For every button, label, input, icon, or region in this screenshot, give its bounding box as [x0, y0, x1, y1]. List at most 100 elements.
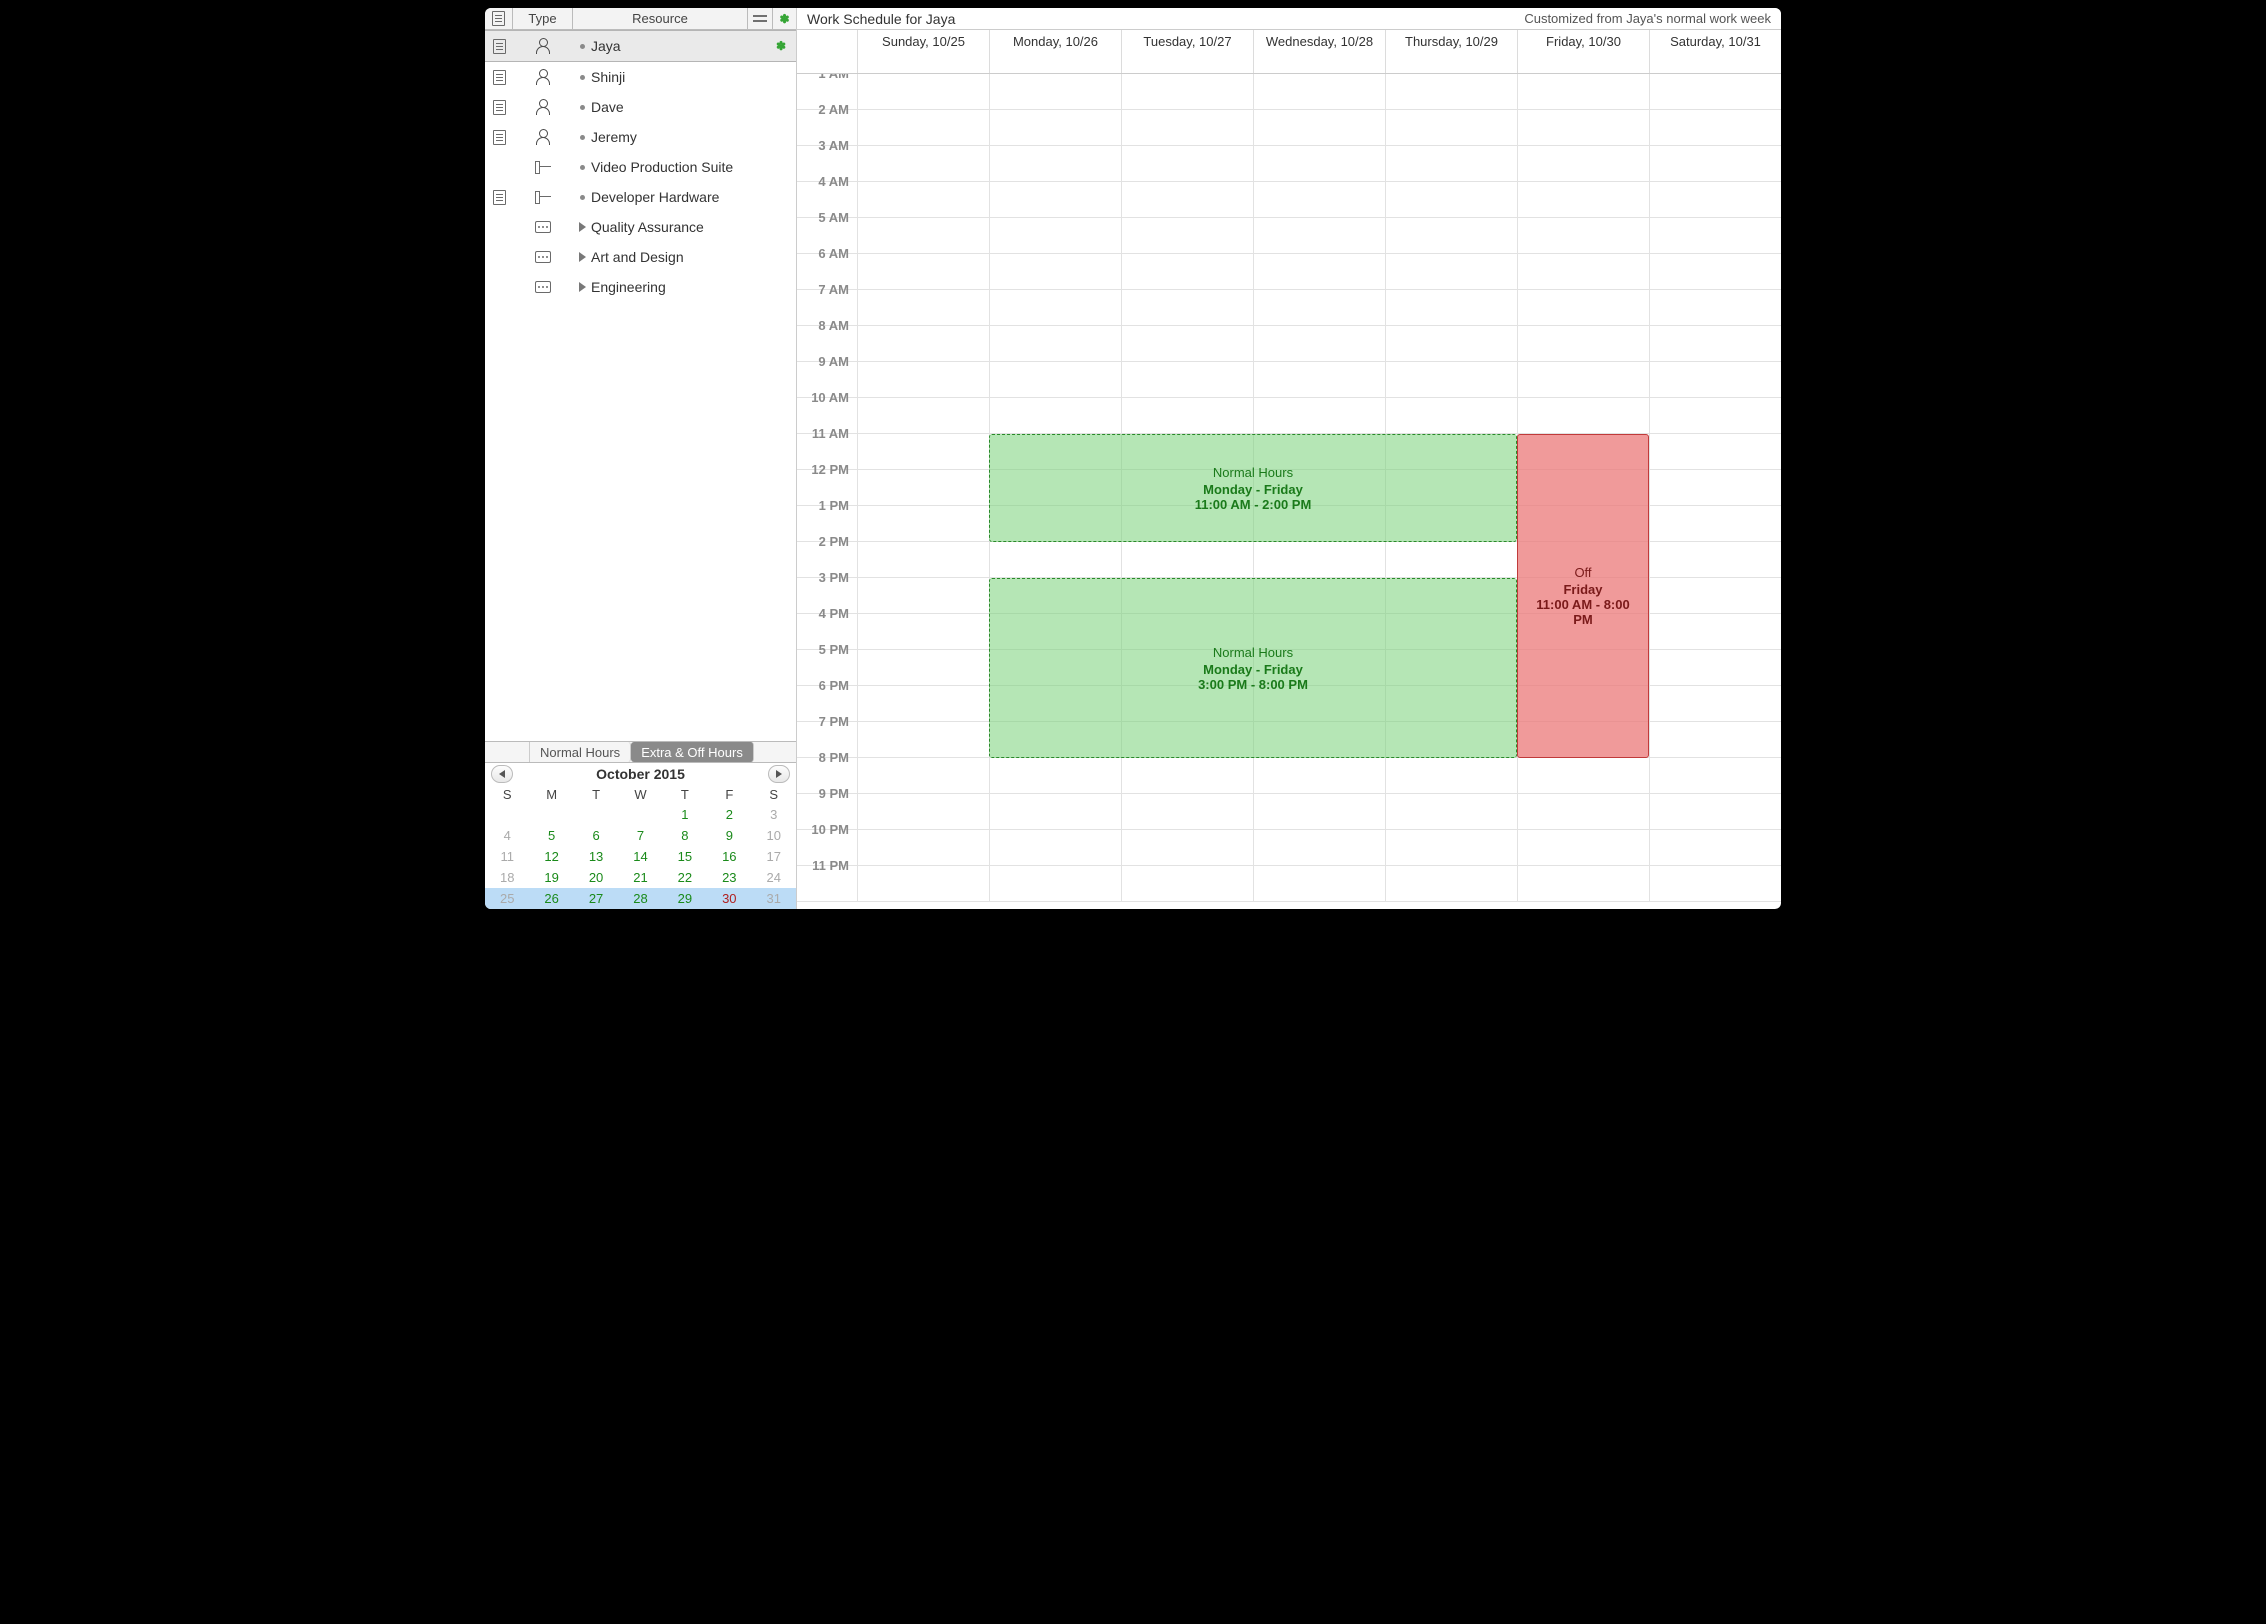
calendar-day-cell[interactable]: 5	[529, 825, 573, 846]
day-cell[interactable]	[989, 830, 1121, 865]
day-cell[interactable]	[857, 254, 989, 289]
day-cell[interactable]	[1649, 470, 1781, 505]
day-cell[interactable]	[1121, 794, 1253, 829]
day-cell[interactable]	[989, 326, 1121, 361]
resource-list[interactable]: Jaya✽ShinjiDaveJeremyVideo Production Su…	[485, 30, 796, 741]
day-cell[interactable]	[857, 830, 989, 865]
day-cell[interactable]	[1253, 146, 1385, 181]
calendar-day-cell[interactable]	[574, 804, 618, 825]
day-cell[interactable]	[1649, 146, 1781, 181]
day-cell[interactable]	[1385, 326, 1517, 361]
day-cell[interactable]	[857, 218, 989, 253]
calendar-day-cell[interactable]: 4	[485, 825, 529, 846]
toolbar-button-1[interactable]	[748, 8, 772, 29]
calendar-day-cell[interactable]: 18	[485, 867, 529, 888]
day-cell[interactable]	[1649, 794, 1781, 829]
day-header[interactable]: Thursday, 10/29	[1385, 30, 1517, 73]
calendar-week-row[interactable]: 11121314151617	[485, 846, 796, 867]
resource-row[interactable]: Video Production Suite	[485, 152, 796, 182]
day-cell[interactable]	[1253, 110, 1385, 145]
day-cell[interactable]	[989, 182, 1121, 217]
day-cell[interactable]	[989, 146, 1121, 181]
day-cell[interactable]	[989, 74, 1121, 109]
day-cell[interactable]	[857, 434, 989, 469]
day-cell[interactable]	[1649, 866, 1781, 901]
calendar-day-cell[interactable]: 22	[663, 867, 707, 888]
calendar-day-cell[interactable]: 17	[752, 846, 796, 867]
day-cell[interactable]	[1121, 182, 1253, 217]
day-cell[interactable]	[857, 650, 989, 685]
calendar-day-cell[interactable]: 27	[574, 888, 618, 909]
calendar-day-cell[interactable]: 10	[752, 825, 796, 846]
normal-hours-block-2[interactable]: Normal Hours Monday - Friday 3:00 PM - 8…	[989, 578, 1517, 758]
day-cell[interactable]	[1517, 758, 1649, 793]
calendar-day-cell[interactable]: 6	[574, 825, 618, 846]
day-cell[interactable]	[1121, 110, 1253, 145]
day-cell[interactable]	[1649, 326, 1781, 361]
day-cell[interactable]	[857, 686, 989, 721]
day-cell[interactable]	[1121, 254, 1253, 289]
day-cell[interactable]	[1517, 74, 1649, 109]
day-cell[interactable]	[857, 722, 989, 757]
day-cell[interactable]	[857, 182, 989, 217]
day-cell[interactable]	[989, 290, 1121, 325]
calendar-week-row[interactable]: 123	[485, 804, 796, 825]
day-cell[interactable]	[1121, 362, 1253, 397]
day-cell[interactable]	[989, 398, 1121, 433]
tab-extra-off-hours[interactable]: Extra & Off Hours	[631, 742, 754, 762]
next-month-button[interactable]	[768, 765, 790, 783]
day-cell[interactable]	[1253, 758, 1385, 793]
day-cell[interactable]	[1253, 326, 1385, 361]
day-cell[interactable]	[1253, 74, 1385, 109]
calendar-day-cell[interactable]: 3	[752, 804, 796, 825]
day-cell[interactable]	[1649, 398, 1781, 433]
doc-column-header[interactable]	[485, 8, 513, 29]
day-cell[interactable]	[1517, 866, 1649, 901]
day-cell[interactable]	[1385, 794, 1517, 829]
calendar-day-cell[interactable]: 21	[618, 867, 662, 888]
day-cell[interactable]	[857, 578, 989, 613]
day-header[interactable]: Saturday, 10/31	[1649, 30, 1781, 73]
day-cell[interactable]	[1121, 398, 1253, 433]
day-header[interactable]: Sunday, 10/25	[857, 30, 989, 73]
calendar-day-cell[interactable]: 25	[485, 888, 529, 909]
day-cell[interactable]	[1517, 830, 1649, 865]
day-cell[interactable]	[989, 362, 1121, 397]
calendar-day-cell[interactable]: 2	[707, 804, 751, 825]
day-header[interactable]: Wednesday, 10/28	[1253, 30, 1385, 73]
resource-row[interactable]: Developer Hardware	[485, 182, 796, 212]
day-cell[interactable]	[1253, 362, 1385, 397]
calendar-day-cell[interactable]: 7	[618, 825, 662, 846]
calendar-day-cell[interactable]: 24	[752, 867, 796, 888]
day-cell[interactable]	[1649, 542, 1781, 577]
calendar-day-cell[interactable]: 11	[485, 846, 529, 867]
calendar-day-cell[interactable]: 15	[663, 846, 707, 867]
day-header[interactable]: Monday, 10/26	[989, 30, 1121, 73]
calendar-day-cell[interactable]: 19	[529, 867, 573, 888]
day-cell[interactable]	[989, 866, 1121, 901]
resource-row[interactable]: Dave	[485, 92, 796, 122]
day-cell[interactable]	[857, 866, 989, 901]
day-cell[interactable]	[1385, 866, 1517, 901]
day-cell[interactable]	[1649, 74, 1781, 109]
day-cell[interactable]	[989, 110, 1121, 145]
day-cell[interactable]	[1385, 182, 1517, 217]
calendar-day-cell[interactable]: 26	[529, 888, 573, 909]
day-cell[interactable]	[1517, 110, 1649, 145]
day-cell[interactable]	[1253, 254, 1385, 289]
day-cell[interactable]	[1253, 830, 1385, 865]
day-cell[interactable]	[1649, 290, 1781, 325]
day-header[interactable]: Friday, 10/30	[1517, 30, 1649, 73]
calendar-day-cell[interactable]: 20	[574, 867, 618, 888]
day-cell[interactable]	[1385, 830, 1517, 865]
day-cell[interactable]	[1121, 218, 1253, 253]
day-cell[interactable]	[1385, 146, 1517, 181]
calendar-day-cell[interactable]: 1	[663, 804, 707, 825]
tab-normal-hours[interactable]: Normal Hours	[530, 742, 631, 762]
day-cell[interactable]	[857, 74, 989, 109]
day-cell[interactable]	[1517, 362, 1649, 397]
day-cell[interactable]	[1253, 182, 1385, 217]
day-header[interactable]: Tuesday, 10/27	[1121, 30, 1253, 73]
day-cell[interactable]	[1385, 758, 1517, 793]
day-cell[interactable]	[1385, 290, 1517, 325]
